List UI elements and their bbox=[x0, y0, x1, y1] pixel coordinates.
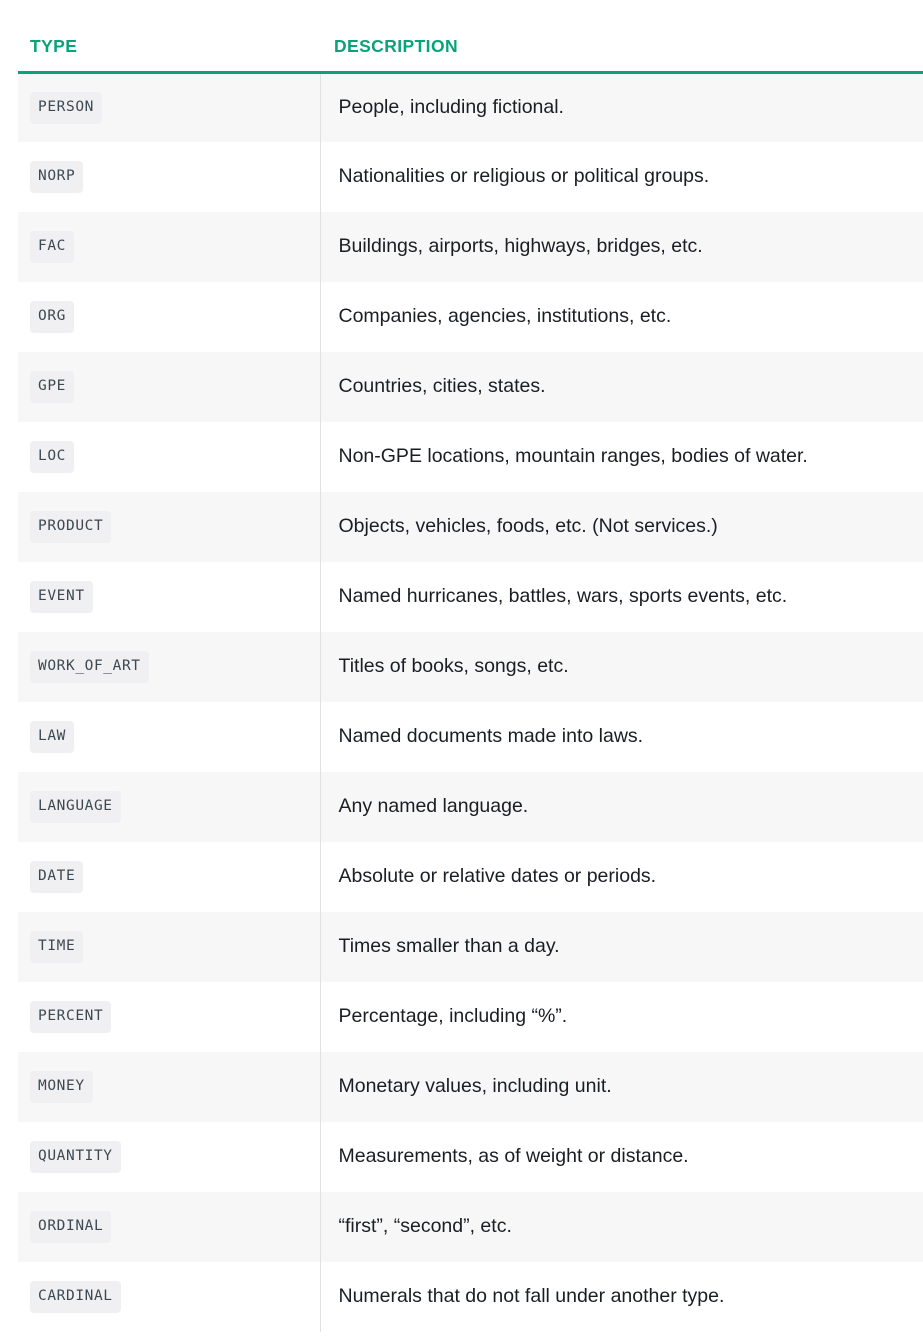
table-row: WORK_OF_ART Titles of books, songs, etc. bbox=[18, 632, 923, 702]
cell-type: NORP bbox=[18, 142, 320, 212]
cell-type: WORK_OF_ART bbox=[18, 632, 320, 702]
entity-type-badge: CARDINAL bbox=[30, 1281, 121, 1313]
cell-type: TIME bbox=[18, 912, 320, 982]
cell-description: Nationalities or religious or political … bbox=[319, 142, 923, 212]
cell-type: PRODUCT bbox=[18, 492, 320, 562]
column-header-description: DESCRIPTION bbox=[320, 0, 923, 74]
entity-type-badge: GPE bbox=[30, 371, 74, 403]
table-row: LAW Named documents made into laws. bbox=[18, 702, 923, 772]
cell-description: Companies, agencies, institutions, etc. bbox=[319, 282, 923, 352]
cell-description: Numerals that do not fall under another … bbox=[319, 1262, 923, 1332]
cell-description: Any named language. bbox=[319, 772, 923, 842]
entity-type-badge: EVENT bbox=[30, 581, 93, 613]
cell-description: Percentage, including “%”. bbox=[319, 982, 923, 1052]
cell-type: ORDINAL bbox=[18, 1192, 320, 1262]
table-row: CARDINAL Numerals that do not fall under … bbox=[18, 1262, 923, 1332]
cell-description: Non-GPE locations, mountain ranges, bodi… bbox=[319, 422, 923, 492]
entity-type-badge: WORK_OF_ART bbox=[30, 651, 149, 683]
cell-type: MONEY bbox=[18, 1052, 320, 1122]
cell-type: PERSON bbox=[18, 72, 320, 142]
cell-type: DATE bbox=[18, 842, 320, 912]
cell-type: LANGUAGE bbox=[18, 772, 320, 842]
entity-type-badge: QUANTITY bbox=[30, 1141, 121, 1173]
entity-type-badge: LOC bbox=[30, 441, 74, 473]
table-row: FAC Buildings, airports, highways, bridge… bbox=[18, 212, 923, 282]
cell-description: “first”, “second”, etc. bbox=[319, 1192, 923, 1262]
entity-type-badge: PRODUCT bbox=[30, 511, 112, 543]
table-row: ORDINAL “first”, “second”, etc. bbox=[18, 1192, 923, 1262]
table-row: LOC Non-GPE locations, mountain ranges, b… bbox=[18, 422, 923, 492]
entity-type-badge: PERSON bbox=[30, 92, 102, 124]
cell-description: Absolute or relative dates or periods. bbox=[319, 842, 923, 912]
entity-type-badge: LANGUAGE bbox=[30, 791, 121, 823]
cell-type: QUANTITY bbox=[18, 1122, 320, 1192]
cell-description: People, including fictional. bbox=[319, 72, 923, 142]
cell-description: Named documents made into laws. bbox=[319, 702, 923, 772]
cell-type: EVENT bbox=[18, 562, 320, 632]
table-header-row: TYPE DESCRIPTION bbox=[18, 0, 923, 74]
cell-type: ORG bbox=[18, 282, 320, 352]
table-row: PRODUCT Objects, vehicles, foods, etc. (N… bbox=[18, 492, 923, 562]
table-header: TYPE DESCRIPTION bbox=[18, 0, 923, 74]
cell-description: Objects, vehicles, foods, etc. (Not serv… bbox=[319, 492, 923, 562]
table-row: EVENT Named hurricanes, battles, wars, sp… bbox=[18, 562, 923, 632]
table-row: ORG Companies, agencies, institutions, et… bbox=[18, 282, 923, 352]
cell-type: FAC bbox=[18, 212, 320, 282]
cell-type: CARDINAL bbox=[18, 1262, 320, 1332]
entity-type-badge: ORG bbox=[30, 301, 74, 333]
entity-type-badge: DATE bbox=[30, 861, 84, 893]
entity-type-badge: TIME bbox=[30, 931, 84, 963]
cell-description: Buildings, airports, highways, bridges, … bbox=[319, 212, 923, 282]
cell-description: Monetary values, including unit. bbox=[319, 1052, 923, 1122]
table-row: LANGUAGE Any named language. bbox=[18, 772, 923, 842]
table-row: DATE Absolute or relative dates or period… bbox=[18, 842, 923, 912]
column-header-type: TYPE bbox=[18, 0, 320, 74]
entity-types-table-container: TYPE DESCRIPTION PERSON People, including… bbox=[0, 0, 923, 1332]
entity-types-table: TYPE DESCRIPTION PERSON People, including… bbox=[18, 0, 923, 1332]
table-row: PERCENT Percentage, including “%”. bbox=[18, 982, 923, 1052]
entity-type-badge: NORP bbox=[30, 161, 84, 193]
table-row: PERSON People, including fictional. bbox=[18, 72, 923, 142]
cell-description: Times smaller than a day. bbox=[319, 912, 923, 982]
cell-description: Named hurricanes, battles, wars, sports … bbox=[319, 562, 923, 632]
cell-type: PERCENT bbox=[18, 982, 320, 1052]
table-row: GPE Countries, cities, states. bbox=[18, 352, 923, 422]
entity-type-badge: FAC bbox=[30, 231, 74, 263]
table-row: NORP Nationalities or religious or politi… bbox=[18, 142, 923, 212]
table-row: QUANTITY Measurements, as of weight or di… bbox=[18, 1122, 923, 1192]
entity-type-badge: MONEY bbox=[30, 1071, 93, 1103]
table-row: MONEY Monetary values, including unit. bbox=[18, 1052, 923, 1122]
cell-description: Titles of books, songs, etc. bbox=[319, 632, 923, 702]
cell-type: LAW bbox=[18, 702, 320, 772]
table-body: PERSON People, including fictional. NORP Na… bbox=[18, 72, 923, 1332]
cell-description: Measurements, as of weight or distance. bbox=[319, 1122, 923, 1192]
table-row: TIME Times smaller than a day. bbox=[18, 912, 923, 982]
cell-type: GPE bbox=[18, 352, 320, 422]
entity-type-badge: LAW bbox=[30, 721, 74, 753]
entity-type-badge: ORDINAL bbox=[30, 1211, 112, 1243]
cell-description: Countries, cities, states. bbox=[319, 352, 923, 422]
cell-type: LOC bbox=[18, 422, 320, 492]
entity-type-badge: PERCENT bbox=[30, 1001, 112, 1033]
